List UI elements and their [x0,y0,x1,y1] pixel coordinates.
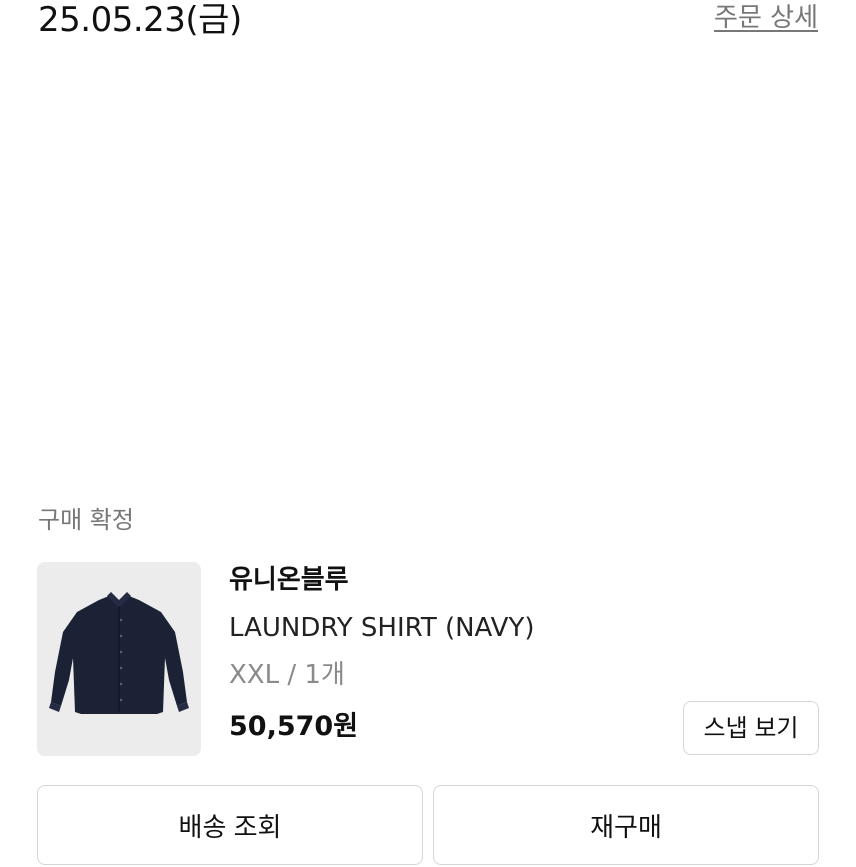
product-option: XXL / 1개 [229,660,345,690]
product-thumbnail[interactable] [37,562,201,756]
order-detail-link[interactable]: 주문 상세 [714,0,818,36]
navy-shirt-icon [37,562,201,756]
track-delivery-button[interactable]: 배송 조회 [37,785,423,865]
order-date: 25.05.23(금) [38,0,242,40]
reorder-button[interactable]: 재구매 [433,785,819,865]
product-brand[interactable]: 유니온블루 [229,562,349,598]
product-price: 50,570원 [229,711,359,742]
snap-view-button[interactable]: 스냅 보기 [683,701,819,755]
order-status-label: 구매 확정 [38,506,134,534]
product-name[interactable]: LAUNDRY SHIRT (NAVY) [229,610,535,646]
